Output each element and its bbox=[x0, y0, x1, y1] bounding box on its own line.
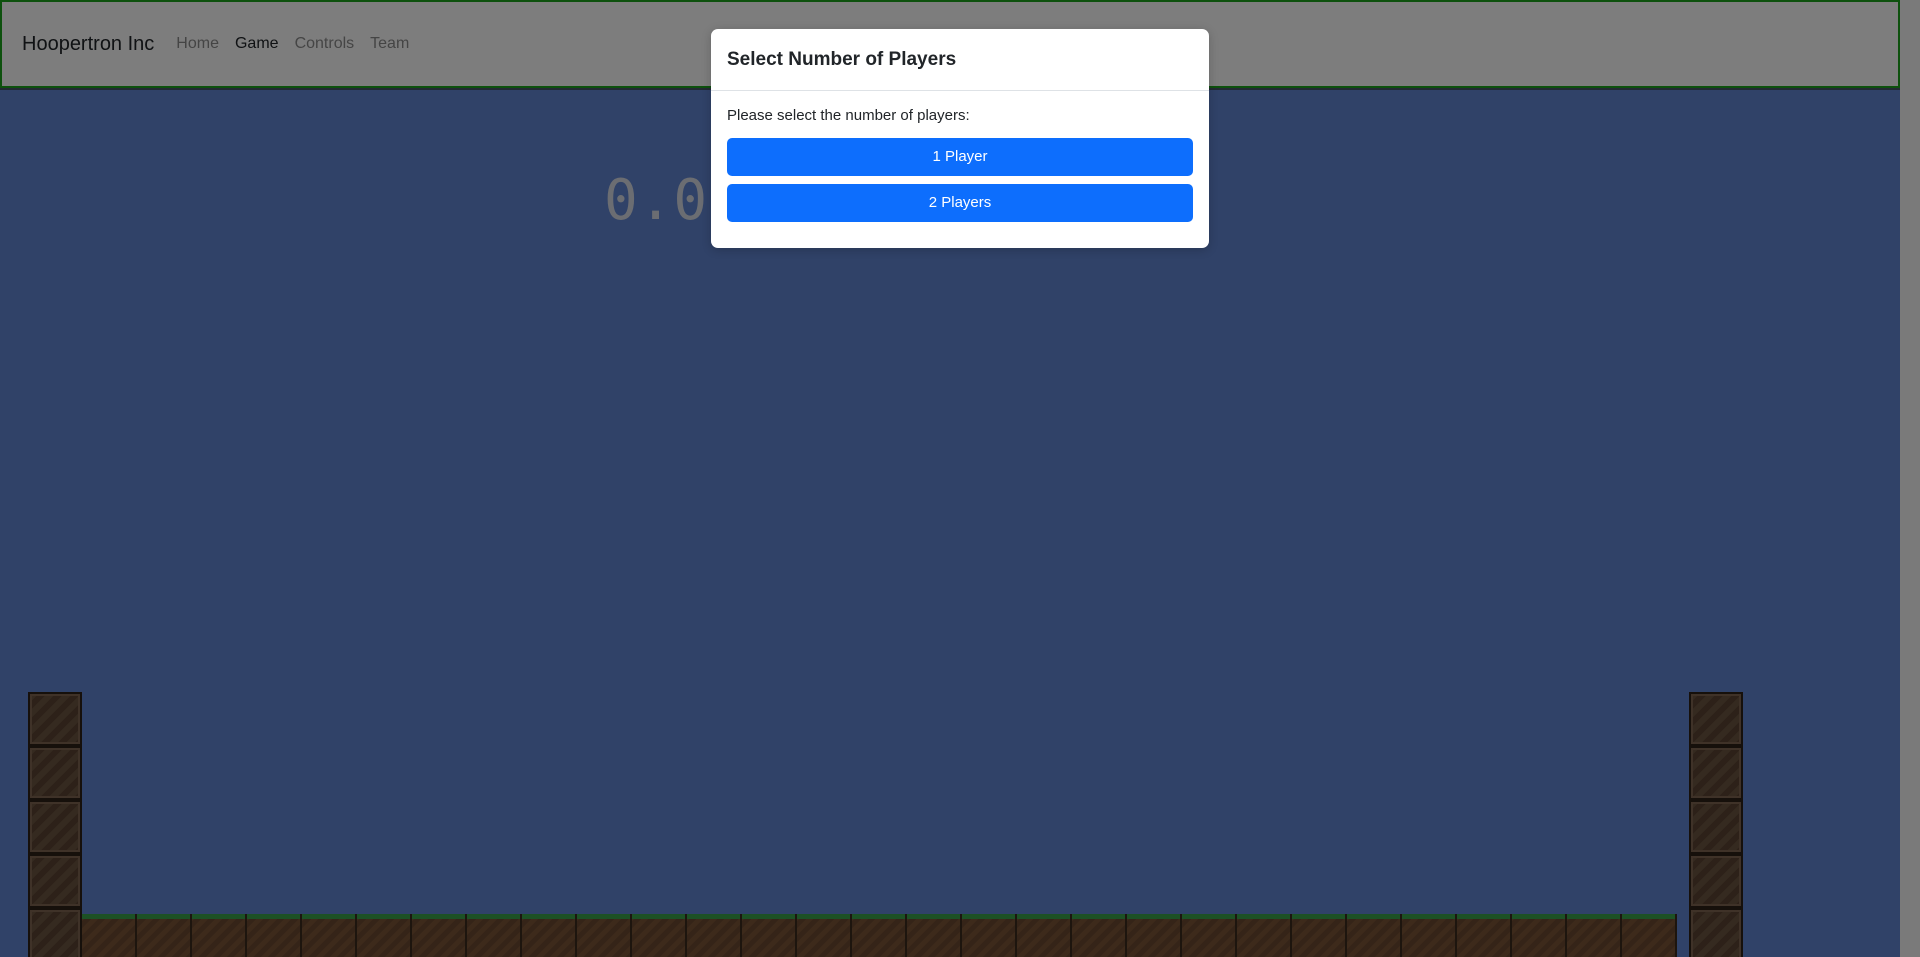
two-players-button[interactable]: 2 Players bbox=[727, 184, 1193, 222]
modal-body: Please select the number of players: 1 P… bbox=[711, 91, 1209, 222]
modal-title: Select Number of Players bbox=[727, 48, 957, 70]
one-player-button[interactable]: 1 Player bbox=[727, 138, 1193, 176]
modal-header: Select Number of Players bbox=[711, 29, 1209, 91]
player-select-modal: Select Number of Players Please select t… bbox=[711, 29, 1209, 248]
modal-prompt: Please select the number of players: bbox=[727, 107, 970, 124]
